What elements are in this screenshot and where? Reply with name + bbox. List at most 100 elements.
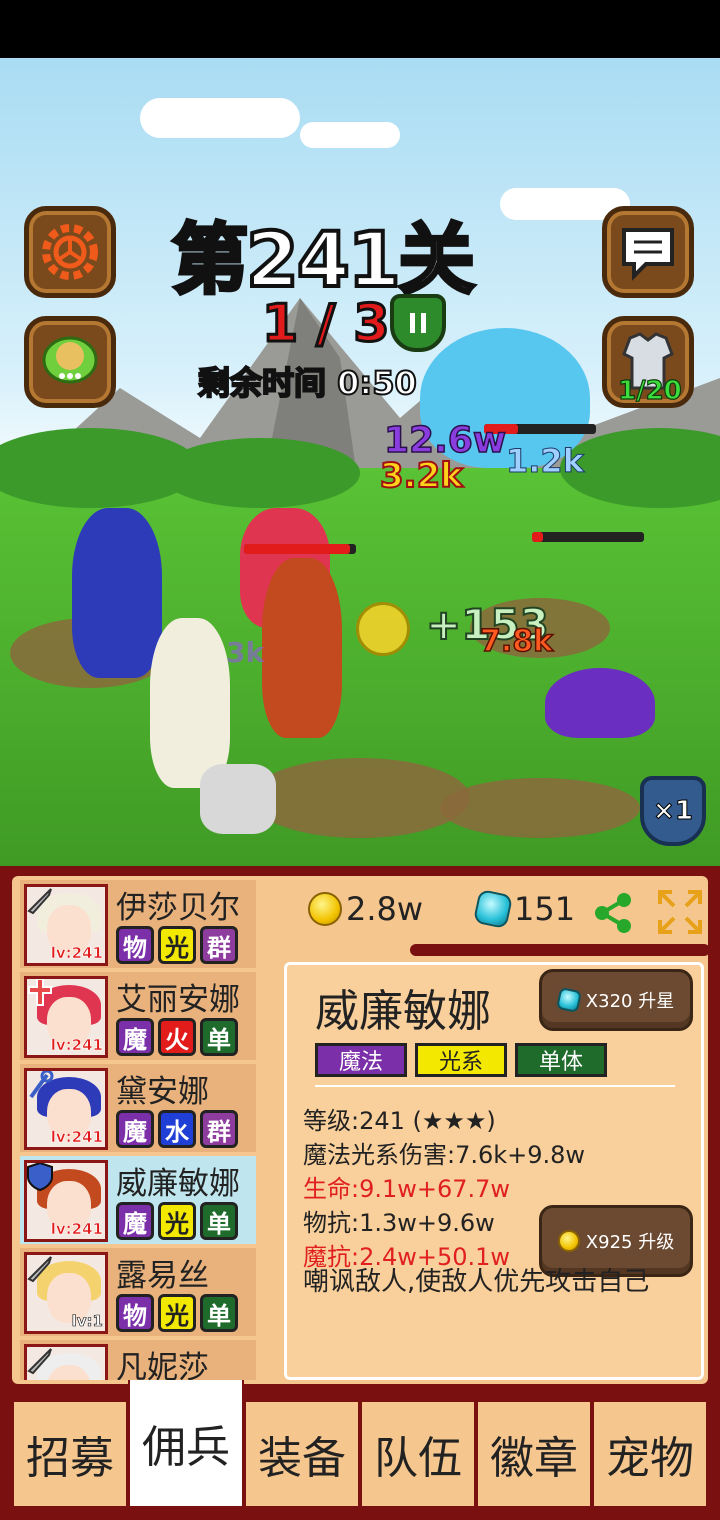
star-up-button[interactable]: X320 升星 [539, 969, 693, 1031]
hero-row[interactable]: lv:1 露易丝 物 光 单 [20, 1248, 256, 1336]
speed-toggle-button[interactable]: ×1 [640, 776, 706, 846]
hero-portrait: lv:241 [24, 976, 108, 1058]
hero-portrait [24, 1344, 108, 1380]
gem-icon [472, 888, 514, 930]
hero-portrait: lv:241 [24, 1068, 108, 1150]
damage-number: 7.8k [479, 623, 554, 660]
dirt-patch [440, 778, 640, 838]
hero-level: lv:241 [50, 944, 103, 963]
level-up-label: X925 升级 [585, 1232, 675, 1253]
gear-icon [42, 224, 98, 280]
tag-element: 火 [158, 1018, 196, 1056]
hero-name: 威廉敏娜 [116, 1166, 240, 1202]
hero-row[interactable]: 凡妮莎 [20, 1340, 256, 1380]
tag-element: 光 [158, 926, 196, 964]
damage-number: 1.2k [506, 442, 585, 481]
cat-pet-sprite [200, 764, 276, 834]
staff-icon [29, 1071, 54, 1099]
tag-target: 群 [200, 926, 238, 964]
bottom-tab-bar: 招募 佣兵 装备 队伍 徽章 宠物 [12, 1380, 708, 1508]
share-icon[interactable] [590, 890, 636, 936]
stat-phys-def: 物抗:1.3w+9.6w [303, 1209, 495, 1237]
gold-amount: 2.8w [346, 890, 424, 928]
tag-target: 单 [200, 1294, 238, 1332]
hero-tags: 魔 火 单 [116, 1018, 238, 1056]
hero-list[interactable]: lv:241 伊莎贝尔 物 光 群 lv:241 艾丽安娜 魔 火 单 lv:2… [20, 880, 256, 1380]
hero-name: 黛安娜 [116, 1074, 209, 1110]
tag-type: 魔 [116, 1018, 154, 1056]
gem-amount: 151 [514, 890, 576, 928]
sword-icon [27, 1256, 52, 1283]
skill-description: 嘲讽敌人,使敌人优先攻击自己 [303, 1267, 650, 1297]
gold-counter: 2.8w [308, 890, 423, 928]
detail-hero-name: 威廉敏娜 [315, 986, 491, 1037]
hero-isabel-sprite [150, 618, 230, 788]
hero-panel: lv:241 伊莎贝尔 物 光 群 lv:241 艾丽安娜 魔 火 单 lv:2… [0, 866, 720, 1520]
dirt-patch [250, 758, 470, 838]
pause-icon [410, 313, 426, 333]
hero-name: 艾丽安娜 [116, 982, 240, 1018]
cloud [140, 98, 300, 138]
hero-name: 凡妮莎 [116, 1350, 209, 1380]
gold-drop-icon[interactable] [356, 602, 410, 656]
remaining-time: 剩余时间 0:50 [197, 363, 418, 403]
tab-badge[interactable]: 徽章 [476, 1402, 592, 1506]
panel-body: lv:241 伊莎贝尔 物 光 群 lv:241 艾丽安娜 魔 火 单 lv:2… [12, 876, 710, 1384]
hero-level: lv:241 [50, 1220, 103, 1239]
detail-tags: 魔法 光系 单体 [315, 1043, 607, 1077]
hero-hp-bar [244, 544, 356, 554]
hero-level: lv:241 [50, 1036, 103, 1055]
detail-tag-type: 魔法 [315, 1043, 407, 1077]
tag-type: 物 [116, 1294, 154, 1332]
tab-recruit[interactable]: 招募 [12, 1402, 128, 1506]
star-up-label: X320 升星 [585, 991, 675, 1012]
coin-icon [557, 1230, 580, 1252]
hero-tags: 魔 水 群 [116, 1110, 238, 1148]
tag-element: 光 [158, 1202, 196, 1240]
hero-chat-icon [42, 336, 98, 384]
cloud [300, 122, 400, 148]
hero-row[interactable]: lv:241 黛安娜 魔 水 群 [20, 1064, 256, 1152]
tab-mercenary[interactable]: 佣兵 [128, 1380, 244, 1506]
stat-damage: 魔法光系伤害:7.6k+9.8w [303, 1141, 586, 1169]
gem-counter: 151 [472, 888, 576, 930]
detail-tag-element: 光系 [415, 1043, 507, 1077]
wave-counter: 1 / 3 [261, 293, 392, 356]
stage-title: 第241关 [170, 213, 477, 306]
damage-number: 3k [226, 636, 265, 669]
divider [315, 1085, 675, 1087]
detail-tag-target: 单体 [515, 1043, 607, 1077]
tag-target: 群 [200, 1110, 238, 1148]
message-button[interactable] [602, 206, 694, 298]
progress-line [410, 944, 710, 956]
settings-button[interactable] [24, 206, 116, 298]
hero-tags: 魔 光 单 [116, 1202, 238, 1240]
tag-type: 魔 [116, 1202, 154, 1240]
damage-number: 12.6w [383, 419, 507, 462]
hero-level: lv:1 [71, 1312, 103, 1331]
hero-name: 露易丝 [116, 1258, 209, 1294]
unit-count: 1/20 [617, 375, 682, 406]
expand-icon[interactable] [656, 888, 704, 936]
sword-icon [27, 1348, 52, 1375]
hero-row[interactable]: lv:241 伊莎贝尔 物 光 群 [20, 880, 256, 968]
battle-scene: 12.6w 3.2k 1.2k +153 7.8k 3k 1/20 第241关 … [0, 58, 720, 866]
bush [160, 438, 360, 508]
tab-pet[interactable]: 宠物 [592, 1402, 708, 1506]
tab-team[interactable]: 队伍 [360, 1402, 476, 1506]
tag-type: 魔 [116, 1110, 154, 1148]
tag-type: 物 [116, 926, 154, 964]
hero-portrait: lv:241 [24, 884, 108, 966]
damage-number: 3.2k [379, 455, 464, 497]
chat-button[interactable] [24, 316, 116, 408]
tag-element: 水 [158, 1110, 196, 1148]
tab-equipment[interactable]: 装备 [244, 1402, 360, 1506]
pause-button[interactable] [390, 294, 446, 352]
hero-row[interactable]: lv:241 艾丽安娜 魔 火 单 [20, 972, 256, 1060]
tag-target: 单 [200, 1202, 238, 1240]
message-icon [622, 228, 674, 281]
coin-icon [308, 892, 342, 926]
hero-name: 伊莎贝尔 [116, 890, 240, 926]
hero-row-selected[interactable]: lv:241 威廉敏娜 魔 光 单 [20, 1156, 256, 1244]
hero-diana-sprite [72, 508, 162, 678]
